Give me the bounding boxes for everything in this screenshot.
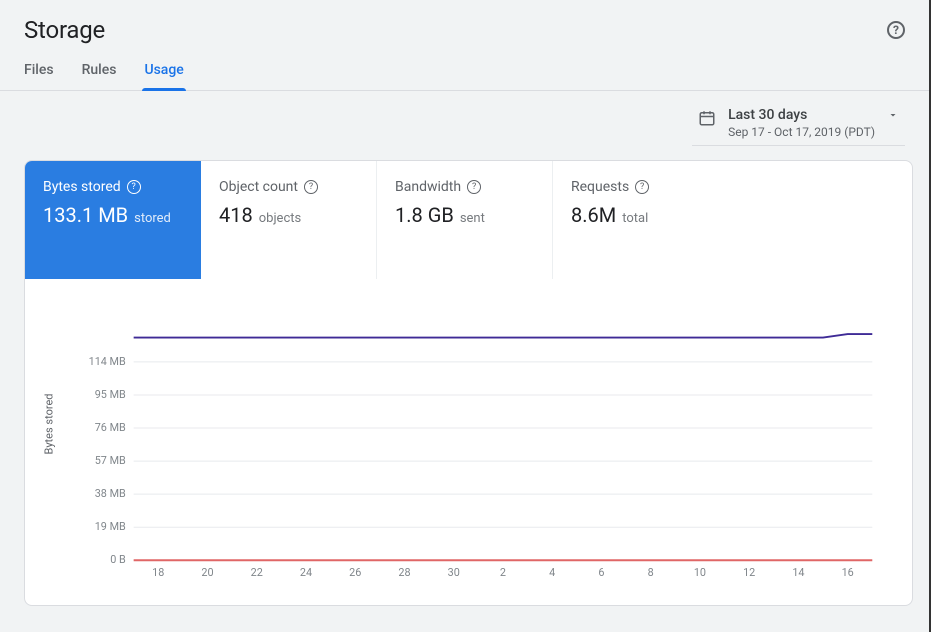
svg-text:2: 2	[500, 566, 506, 579]
svg-text:57 MB: 57 MB	[95, 454, 126, 467]
svg-text:6: 6	[598, 566, 604, 579]
svg-text:30: 30	[448, 566, 460, 579]
stat-tab-object-count[interactable]: Object count ? 418 objects	[201, 161, 377, 279]
tab-usage[interactable]: Usage	[144, 62, 183, 90]
svg-text:20: 20	[201, 566, 213, 579]
svg-text:14: 14	[792, 566, 804, 579]
stat-suffix: objects	[259, 211, 302, 226]
svg-text:26: 26	[349, 566, 361, 579]
svg-text:24: 24	[300, 566, 312, 579]
svg-text:0 B: 0 B	[110, 553, 126, 566]
help-circle-icon[interactable]: ?	[127, 180, 141, 194]
tab-rules[interactable]: Rules	[82, 62, 117, 90]
stat-value: 1.8 GB	[395, 203, 454, 227]
svg-text:95 MB: 95 MB	[95, 388, 126, 401]
svg-text:22: 22	[251, 566, 263, 579]
chart-area: Bytes stored 0 B 19 MB 38 MB 57 MB 76 MB 95 M…	[25, 279, 912, 605]
tab-bar: Files Rules Usage	[0, 44, 929, 91]
date-range-label: Last 30 days	[728, 107, 875, 123]
help-circle-icon[interactable]: ?	[635, 180, 649, 194]
stat-value: 418	[219, 203, 253, 227]
stat-label: Bandwidth	[395, 179, 461, 195]
svg-text:16: 16	[842, 566, 854, 579]
date-range-value: Sep 17 - Oct 17, 2019 (PDT)	[728, 125, 875, 139]
svg-text:28: 28	[398, 566, 410, 579]
tab-files[interactable]: Files	[24, 62, 54, 90]
svg-text:76 MB: 76 MB	[95, 421, 126, 434]
stat-value: 133.1 MB	[43, 203, 128, 227]
stat-tabs: Bytes stored ? 133.1 MB stored Object co…	[25, 161, 912, 279]
svg-text:38 MB: 38 MB	[95, 487, 126, 500]
usage-card: Bytes stored ? 133.1 MB stored Object co…	[24, 160, 913, 606]
svg-text:10: 10	[694, 566, 706, 579]
stat-tab-requests[interactable]: Requests ? 8.6M total	[553, 161, 729, 279]
svg-text:19 MB: 19 MB	[95, 520, 126, 533]
stat-label: Requests	[571, 179, 629, 195]
stat-value: 8.6M	[571, 203, 616, 227]
stat-tab-bytes-stored[interactable]: Bytes stored ? 133.1 MB stored	[25, 161, 201, 279]
svg-text:114 MB: 114 MB	[89, 355, 126, 368]
date-range-picker[interactable]: Last 30 days Sep 17 - Oct 17, 2019 (PDT)	[692, 105, 905, 146]
calendar-icon	[698, 109, 716, 131]
help-icon[interactable]: ?	[887, 21, 905, 39]
svg-text:12: 12	[743, 566, 755, 579]
stat-label: Object count	[219, 179, 298, 195]
help-circle-icon[interactable]: ?	[304, 180, 318, 194]
stat-suffix: total	[622, 211, 648, 226]
svg-text:8: 8	[648, 566, 654, 579]
chart-y-axis-title: Bytes stored	[43, 394, 56, 455]
svg-text:4: 4	[549, 566, 555, 579]
stat-suffix: stored	[134, 211, 171, 226]
stat-tab-bandwidth[interactable]: Bandwidth ? 1.8 GB sent	[377, 161, 553, 279]
stat-label: Bytes stored	[43, 179, 121, 195]
chevron-down-icon	[887, 109, 899, 125]
svg-text:18: 18	[152, 566, 164, 579]
bytes-stored-chart: 0 B19 MB38 MB57 MB76 MB95 MB114 MB182022…	[45, 319, 892, 585]
help-circle-icon[interactable]: ?	[467, 180, 481, 194]
page-title: Storage	[24, 16, 105, 44]
stat-suffix: sent	[460, 211, 485, 226]
